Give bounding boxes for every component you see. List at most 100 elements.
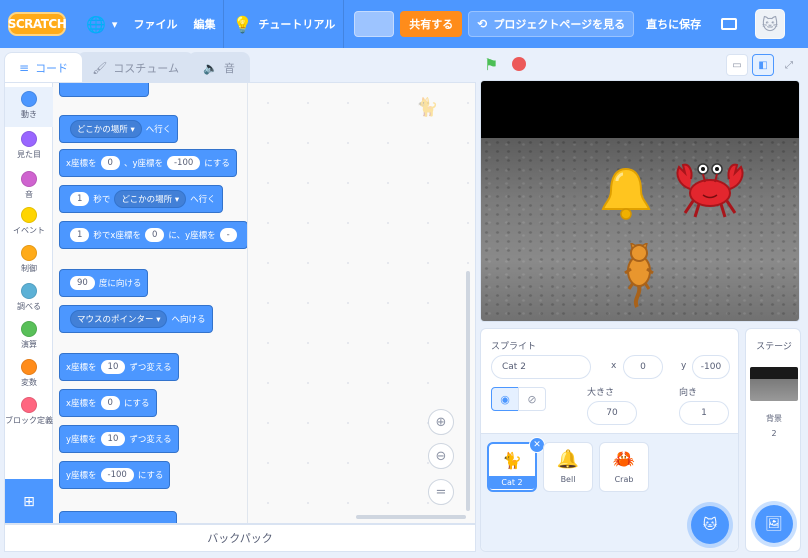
seconds-input[interactable]: 1 xyxy=(70,228,90,242)
language-menu[interactable]: 🌐 ▾ xyxy=(78,0,125,48)
glide-target-dropdown[interactable]: どこかの場所 ▾ xyxy=(114,190,187,208)
see-project-page-button[interactable]: ⟲ プロジェクトページを見る xyxy=(468,11,635,37)
block-glide-to-xy[interactable]: 1 秒でx座標を 0 に、y座標を - xyxy=(59,221,247,249)
bell-sprite[interactable] xyxy=(597,165,655,221)
tutorial-label: チュートリアル xyxy=(258,18,336,31)
sprite-thumb-cat2[interactable]: 🐈 Cat 2 ✕ xyxy=(487,437,545,492)
add-extension-button[interactable]: ⊞ xyxy=(5,479,53,523)
zoom-in-button[interactable]: ⊕ xyxy=(428,409,454,435)
y-input[interactable]: -100 xyxy=(166,156,201,170)
category-my-blocks[interactable]: ブロック定義 xyxy=(5,393,53,439)
category-sound[interactable]: 音 xyxy=(5,167,53,205)
block-point-towards[interactable]: マウスのポインター ▾ へ向ける xyxy=(59,305,213,333)
normal-stage-button[interactable]: ◧ xyxy=(752,54,774,76)
block-partial[interactable] xyxy=(59,83,149,97)
sprite-size-input[interactable]: 70 xyxy=(587,401,637,425)
block-partial[interactable] xyxy=(59,511,177,523)
block-text: 秒で xyxy=(93,195,111,205)
fullscreen-button[interactable]: ⤢ xyxy=(778,54,800,76)
tab-code[interactable]: ≡ コード xyxy=(4,52,84,82)
choose-backdrop-button[interactable]: 🖼 xyxy=(755,505,793,543)
y-input[interactable]: - xyxy=(219,228,237,242)
category-variables[interactable]: 変数 xyxy=(5,355,53,395)
current-sprite-ghost-icon: 🐈 xyxy=(416,97,439,118)
cat-sprite[interactable] xyxy=(621,243,657,309)
sprite-name-input[interactable]: Cat 2 xyxy=(491,355,591,379)
stage-pane[interactable]: ステージ 背景 2 🖼 xyxy=(745,328,801,552)
script-area[interactable]: 🐈 ⊕ ⊖ = xyxy=(248,83,475,523)
change-x-input[interactable]: 10 xyxy=(100,360,126,374)
block-text: にする xyxy=(204,159,230,169)
category-looks[interactable]: 見た目 xyxy=(5,127,53,167)
tab-sound[interactable]: 🔈 音 xyxy=(187,52,250,82)
category-control[interactable]: 制御 xyxy=(5,241,53,281)
menu-bar: SCRATCH 🌐 ▾ ファイル 編集 💡 チュートリアル 共有する ⟲ プロジェ… xyxy=(0,0,808,48)
hide-sprite-button[interactable]: ⊘ xyxy=(518,387,546,411)
crab-sprite[interactable] xyxy=(671,155,749,221)
tab-costume[interactable]: 🖌 コスチューム xyxy=(77,52,194,82)
sprite-direction-input[interactable]: 1 xyxy=(679,401,729,425)
small-stage-button[interactable]: ▭ xyxy=(726,54,748,76)
code-icon: ≡ xyxy=(19,60,30,75)
category-label: 変数 xyxy=(21,378,37,387)
speaker-icon: 🔈 xyxy=(202,60,218,75)
set-y-input[interactable]: -100 xyxy=(100,468,134,482)
block-text: へ行く xyxy=(190,195,216,205)
zoom-out-button[interactable]: ⊖ xyxy=(428,443,454,469)
towards-dropdown[interactable]: マウスのポインター ▾ xyxy=(70,310,168,328)
show-sprite-button[interactable]: ◉ xyxy=(491,387,519,411)
y-label: y xyxy=(681,361,687,371)
block-set-x[interactable]: x座標を 0 にする xyxy=(59,389,157,417)
zoom-in-icon: ⊕ xyxy=(435,414,447,430)
goto-target-dropdown[interactable]: どこかの場所 ▾ xyxy=(70,120,142,138)
stop-icon[interactable] xyxy=(512,57,526,71)
category-dot xyxy=(21,171,37,187)
sprite-x-input[interactable]: 0 xyxy=(623,355,663,379)
project-title-input[interactable] xyxy=(354,11,395,37)
block-glide-to[interactable]: 1 秒で どこかの場所 ▾ へ行く xyxy=(59,185,223,213)
block-change-y[interactable]: y座標を 10 ずつ変える xyxy=(59,425,179,453)
choose-sprite-button[interactable]: 🐱 xyxy=(691,506,729,544)
block-set-y[interactable]: y座標を -100 にする xyxy=(59,461,171,489)
file-menu[interactable]: ファイル xyxy=(125,0,185,48)
block-point-in-direction[interactable]: 90 度に向ける xyxy=(59,269,149,297)
block-change-x[interactable]: x座標を 10 ずつ変える xyxy=(59,353,179,381)
degrees-input[interactable]: 90 xyxy=(70,276,95,290)
category-dot xyxy=(21,283,37,299)
see-project-page-label: プロジェクトページを見る xyxy=(493,18,626,31)
scratch-logo[interactable]: SCRATCH xyxy=(8,12,67,36)
stage[interactable] xyxy=(480,80,800,322)
brush-icon: 🖌 xyxy=(92,60,108,75)
script-vertical-scrollbar[interactable] xyxy=(466,271,470,511)
category-operators[interactable]: 演算 xyxy=(5,317,53,357)
avatar[interactable]: 🐱 xyxy=(755,9,786,39)
category-events[interactable]: イベント xyxy=(5,203,53,243)
save-now-button[interactable]: 直ちに保存 xyxy=(646,16,701,32)
project-page-icon: ⟲ xyxy=(477,17,488,31)
block-go-to[interactable]: どこかの場所 ▾ へ行く xyxy=(59,115,179,143)
category-label: イベント xyxy=(13,226,45,235)
green-flag-icon[interactable]: ⚑ xyxy=(484,55,502,74)
dropdown-value: マウスのポインター xyxy=(77,315,154,325)
tutorial-menu[interactable]: 💡 チュートリアル xyxy=(224,0,343,48)
share-button[interactable]: 共有する xyxy=(400,11,463,37)
backpack[interactable]: バックパック xyxy=(4,524,476,552)
edit-menu[interactable]: 編集 xyxy=(185,0,223,48)
script-horizontal-scrollbar[interactable] xyxy=(356,515,466,519)
category-motion[interactable]: 動き xyxy=(5,87,53,127)
block-go-to-xy[interactable]: x座標を 0 、y座標を -100 にする xyxy=(59,149,237,177)
zoom-reset-button[interactable]: = xyxy=(428,479,454,505)
block-text: へ向ける xyxy=(171,315,206,325)
my-stuff-folder-icon[interactable] xyxy=(721,18,738,30)
set-x-input[interactable]: 0 xyxy=(100,396,120,410)
block-text: x座標を xyxy=(66,363,97,373)
category-sensing[interactable]: 調べる xyxy=(5,279,53,319)
change-y-input[interactable]: 10 xyxy=(100,432,126,446)
seconds-input[interactable]: 1 xyxy=(70,192,90,206)
x-input[interactable]: 0 xyxy=(100,156,120,170)
sprite-y-input[interactable]: -100 xyxy=(692,355,730,379)
sprite-thumb-crab[interactable]: 🦀 Crab xyxy=(599,442,649,492)
x-input[interactable]: 0 xyxy=(144,228,165,242)
sprite-thumb-bell[interactable]: 🔔 Bell xyxy=(543,442,593,492)
category-label: 演算 xyxy=(21,340,37,349)
